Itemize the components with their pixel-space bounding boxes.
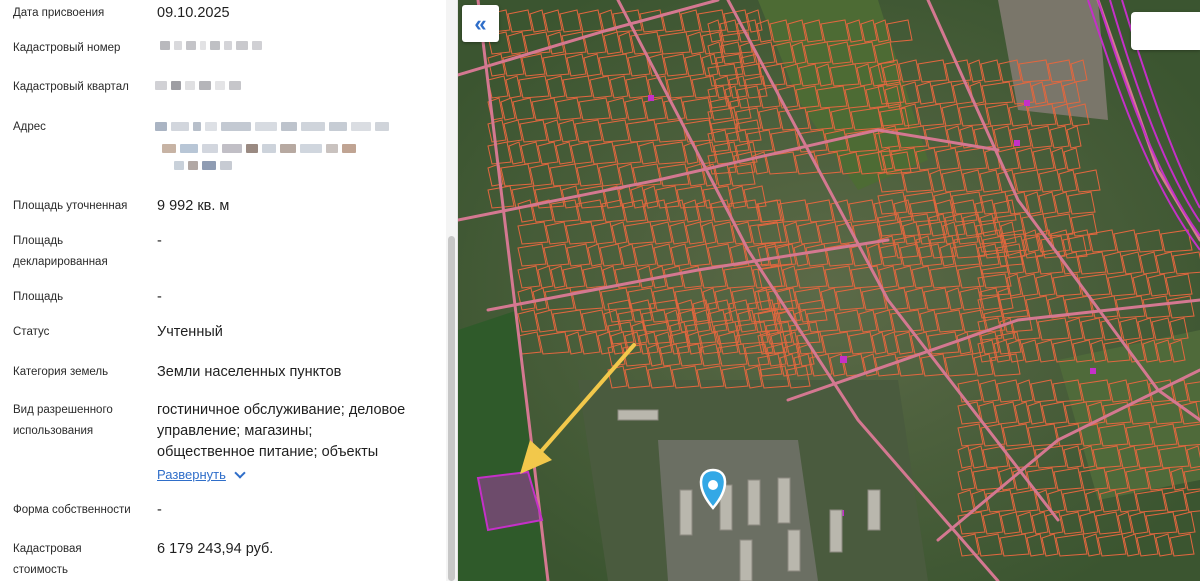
assignment-date-value: 09.10.2025 [157,5,230,21]
highlight-marker [1014,140,1020,146]
app-root: Дата присвоения 09.10.2025 Кадастровый н… [0,0,1200,581]
permitted-use-label-2: использования [13,425,94,437]
cadastral-value-label-2: стоимость [13,564,69,576]
area-declared-label-1: Площадь [13,235,64,247]
area-declared-value: - [157,233,162,249]
address-redacted-line-2 [162,144,356,153]
permitted-use-label-1: Вид разрешенного [13,404,113,416]
panel-scrollbar[interactable] [446,0,457,581]
ownership-value: - [157,502,162,518]
address-redacted-line-1 [155,122,389,131]
address-redacted-line-3 [174,161,232,170]
assignment-date-label: Дата присвоения [13,7,105,19]
collapse-panel-button[interactable]: « [462,5,499,42]
double-chevron-left-icon: « [474,10,487,36]
highlight-marker [840,356,847,363]
building [829,509,843,553]
chevron-down-icon [234,467,246,479]
cadastral-value-value: 6 179 243,94 руб. [157,541,274,557]
map-control-box[interactable] [1131,12,1200,50]
building [777,477,791,524]
cadastral-quarter-label: Кадастровый квартал [13,81,129,93]
building [679,489,693,536]
area-declared-label-2: декларированная [13,256,108,268]
cadastral-number-label: Кадастровый номер [13,42,121,54]
area-refined-value: 9 992 кв. м [157,198,230,214]
cadastral-quarter-redacted [155,81,241,90]
area-value: - [157,289,162,305]
land-category-label: Категория земель [13,366,109,378]
highlight-marker [1024,100,1030,106]
building [739,539,753,581]
ownership-label: Форма собственности [13,504,131,516]
satellite-map[interactable] [458,0,1200,581]
parcel-info-panel: Дата присвоения 09.10.2025 Кадастровый н… [0,0,458,581]
map-view[interactable]: « [458,0,1200,581]
expand-toggle[interactable]: Развернуть [157,464,437,486]
permitted-use-line-3: общественное питание; объекты [157,444,379,460]
status-value: Учтенный [157,324,223,340]
area-refined-label: Площадь уточненная [13,200,128,212]
expand-link[interactable]: Развернуть [157,464,246,486]
permitted-use-line-1: гостиничное обслуживание; деловое [157,402,406,418]
building [617,409,659,421]
building [747,479,761,526]
address-label: Адрес [13,121,46,133]
permitted-use-line-2: управление; магазины; [157,423,313,439]
highlight-marker [648,95,654,101]
status-label: Статус [13,326,50,338]
scrollbar-thumb[interactable] [448,236,455,581]
land-category-value: Земли населенных пунктов [157,364,342,380]
building [867,489,881,531]
cadastral-number-redacted [160,41,262,50]
cadastral-value-label-1: Кадастровая [13,543,82,555]
area-label: Площадь [13,291,64,303]
building [787,529,801,572]
expand-label: Развернуть [157,467,226,482]
highlight-marker [1090,368,1096,374]
